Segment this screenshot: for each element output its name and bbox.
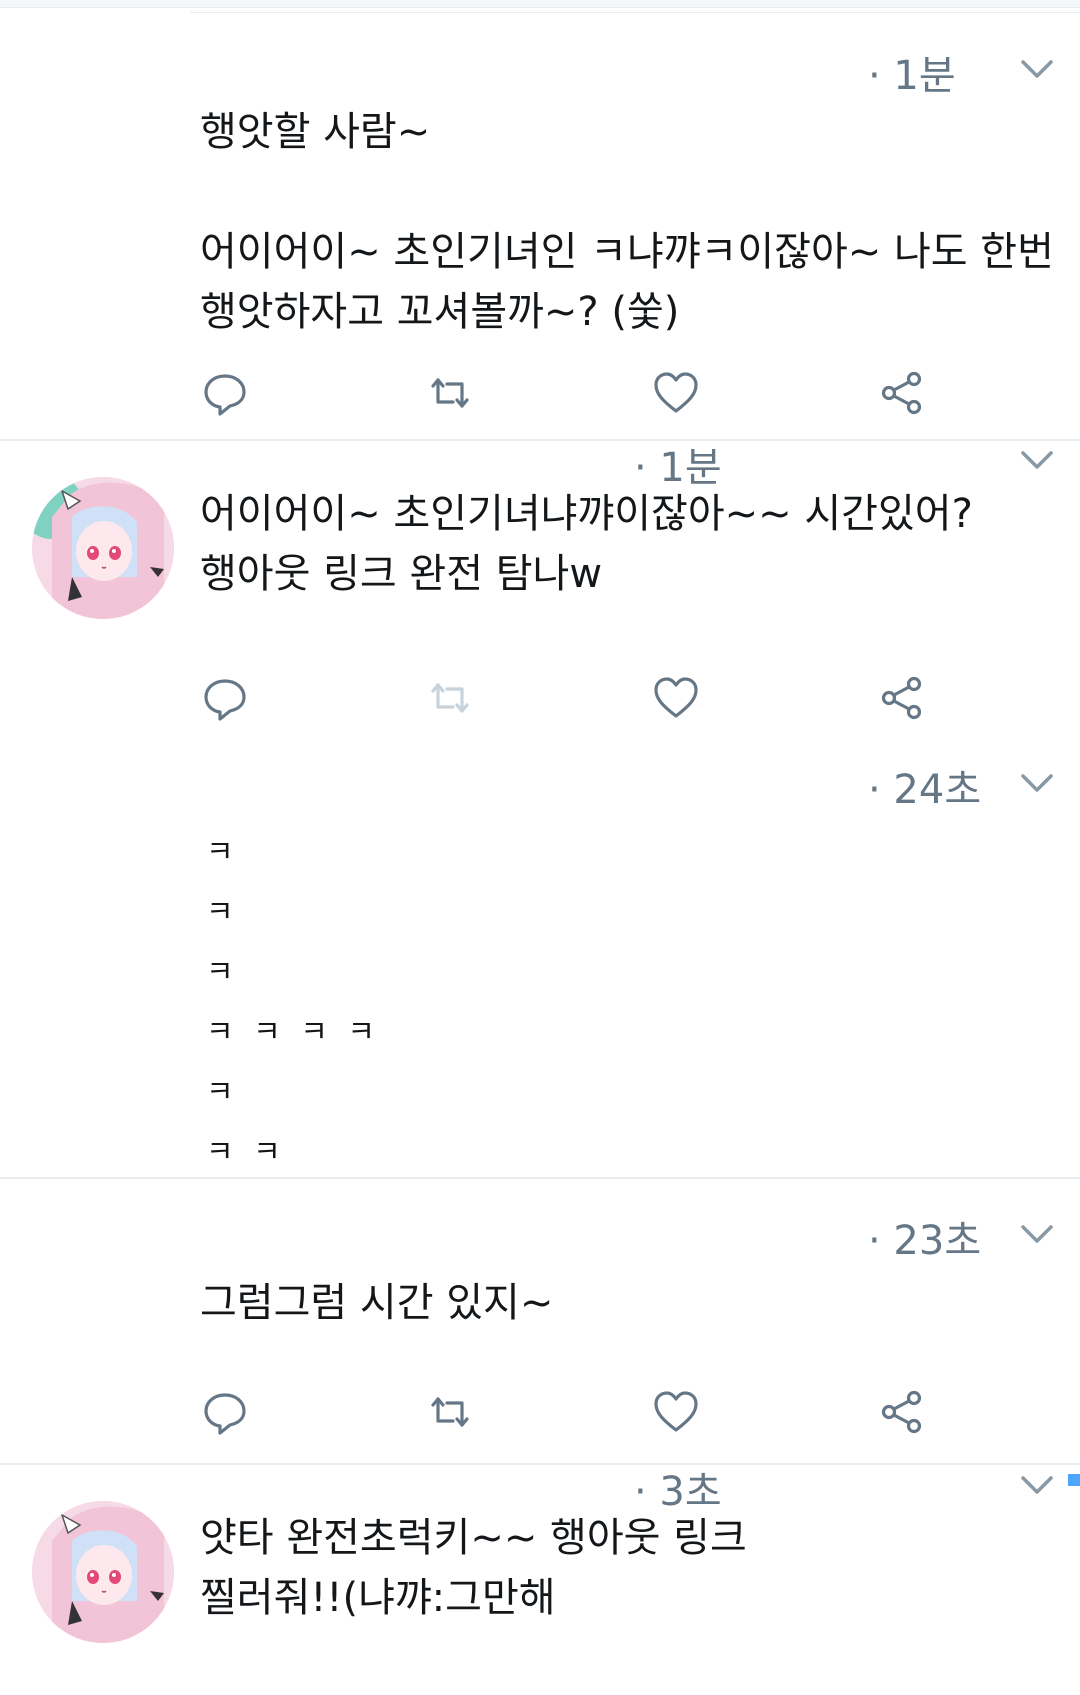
tweet-1[interactable]: · 1분 행앗할 사람~ 어이어이~ 초인기녀인 ㅋ냐꺄ㅋ이잖아~ 나도 한번 … <box>0 0 1080 440</box>
chevron-down-icon[interactable] <box>1017 1219 1057 1249</box>
tweet-actions <box>200 673 960 723</box>
tweet-actions <box>200 1387 960 1437</box>
retweet-icon[interactable] <box>425 1387 475 1437</box>
reply-icon[interactable] <box>200 368 250 418</box>
retweet-icon <box>425 673 475 723</box>
tweet-time: · 1분 <box>868 53 956 99</box>
tweet-text: 행앗할 사람~ 어이어이~ 초인기녀인 ㅋ냐꺄ㅋ이잖아~ 나도 한번 행앗하자고… <box>200 109 1054 335</box>
tweet-text: 얏타 완전초럭키~~ 행아웃 링크 찔러줘!!(냐꺄:그만해 <box>200 1515 747 1621</box>
tweet-text: ㅋ ㅋ ㅋ ㅋ ㅋ ㅋ ㅋ ㅋ ㅋ ㅋ <box>206 823 375 1183</box>
share-icon[interactable] <box>877 368 927 418</box>
like-icon[interactable] <box>651 368 701 418</box>
tweet-text: 어이어이~ 초인기녀냐꺄이잖아~~ 시간있어? 행아웃 링크 완전 탐나w <box>200 491 973 597</box>
like-icon[interactable] <box>651 1387 701 1437</box>
tweet-time: · 24초 <box>868 767 982 813</box>
reply-icon[interactable] <box>200 673 250 723</box>
tweet-5[interactable]: · 3초 얏타 완전초럭키~~ 행아웃 링크 찔러줘!!(냐꺄:그만해 <box>0 1465 1080 1695</box>
text-line: ㅋ ㅋ <box>206 1135 281 1170</box>
tweet-4[interactable]: · 23초 그럼그럼 시간 있지~ <box>0 1179 1080 1464</box>
chevron-down-icon[interactable] <box>1017 768 1057 798</box>
tweet-text: 그럼그럼 시간 있지~ <box>200 1280 554 1326</box>
share-icon[interactable] <box>877 673 927 723</box>
tweet-3[interactable]: · 24초 ㅋ ㅋ ㅋ ㅋ ㅋ ㅋ ㅋ ㅋ ㅋ ㅋ <box>0 741 1080 1178</box>
reply-icon[interactable] <box>200 1387 250 1437</box>
retweet-icon[interactable] <box>425 368 475 418</box>
avatar[interactable] <box>32 1501 174 1643</box>
text-line: ㅋ <box>206 895 234 930</box>
tweet-time: · 3초 <box>634 1469 722 1515</box>
text-line: ㅋ <box>206 835 234 870</box>
share-icon[interactable] <box>877 1387 927 1437</box>
tweet-time: · 23초 <box>868 1218 982 1264</box>
chevron-down-icon[interactable] <box>1017 54 1057 84</box>
avatar[interactable] <box>32 477 174 619</box>
chevron-down-icon[interactable] <box>1017 1470 1057 1500</box>
tweet-time: · 1분 <box>634 445 722 491</box>
text-line: ㅋ <box>206 1075 234 1110</box>
tweet-2[interactable]: · 1분 어이어이~ 초인기녀냐꺄이잖아~~ 시간있어? 행아웃 링크 완전 탐… <box>0 441 1080 741</box>
chevron-down-icon[interactable] <box>1017 445 1057 475</box>
like-icon[interactable] <box>651 673 701 723</box>
tweet-actions <box>200 368 960 418</box>
text-line: ㅋ <box>206 955 234 990</box>
text-line: ㅋ ㅋ ㅋ ㅋ <box>206 1015 376 1050</box>
